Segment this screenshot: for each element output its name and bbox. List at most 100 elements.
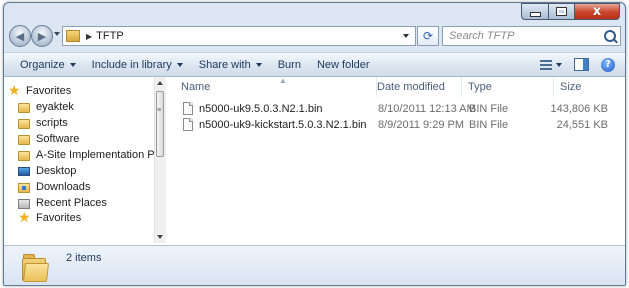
maximize-button[interactable] — [548, 3, 574, 20]
nav-item-label: scripts — [36, 117, 68, 129]
nav-item-label: Software — [36, 133, 80, 145]
file-row[interactable]: n5000-uk9-kickstart.5.0.3.N2.1.bin 8/9/2… — [167, 118, 625, 133]
recent-pages-dropdown[interactable] — [54, 32, 60, 36]
folder-icon — [18, 103, 30, 113]
address-bar[interactable]: ▶ TFTP — [62, 26, 416, 46]
burn-button[interactable]: Burn — [270, 53, 309, 76]
nav-item-scripts[interactable]: scripts — [18, 117, 68, 129]
forward-arrow-icon: ▶ — [37, 29, 47, 43]
organize-button[interactable]: Organize — [12, 53, 84, 76]
downloads-icon — [18, 183, 30, 193]
back-arrow-icon: ◀ — [15, 29, 25, 43]
include-in-library-button[interactable]: Include in library — [84, 53, 191, 76]
navigation-pane-scrollbar[interactable]: ≡ — [154, 77, 166, 243]
folder-icon — [18, 135, 30, 145]
nav-item-a-site-implementation-plan[interactable]: A-Site Implementation Plan — [18, 149, 154, 161]
toolbar-right: ? — [540, 53, 625, 76]
scrollbar-thumb[interactable] — [156, 91, 164, 157]
folder-icon — [18, 119, 30, 129]
chevron-down-icon — [69, 62, 76, 67]
sort-ascending-icon: ▲ — [279, 76, 287, 85]
folder-icon — [18, 151, 30, 161]
star-icon: ★ — [8, 83, 21, 99]
share-with-button[interactable]: Share with — [191, 53, 270, 76]
column-header-name[interactable]: ▲ Name — [175, 76, 377, 97]
details-pane: 2 items — [4, 245, 625, 285]
command-bar: Organize Include in library Share with B… — [4, 52, 625, 77]
navigation-pane: ★ Favorites eyaktek scripts Software A-Si… — [4, 77, 154, 245]
column-label: Date modified — [377, 81, 445, 93]
folder-icon — [66, 30, 80, 42]
column-header-size[interactable]: Size — [554, 77, 625, 97]
nav-item-favorites[interactable]: ★ Favorites — [8, 83, 72, 99]
large-folder-icon — [22, 252, 49, 282]
nav-item-eyaktek[interactable]: eyaktek — [18, 101, 74, 113]
nav-item-favorites-2[interactable]: ★ Favorites — [18, 210, 82, 226]
nav-item-label: Downloads — [36, 181, 91, 193]
file-size: 24,551 KB — [556, 119, 608, 131]
file-name: n5000-uk9-kickstart.5.0.3.N2.1.bin — [199, 119, 367, 131]
file-type: BIN File — [469, 119, 509, 131]
main-area: ★ Favorites eyaktek scripts Software A-Si… — [4, 76, 625, 245]
file-date-modified: 8/10/2011 12:13 AM — [378, 103, 476, 115]
change-view-icon[interactable] — [540, 59, 552, 70]
item-count: 2 items — [66, 252, 102, 264]
recent-places-icon — [18, 199, 30, 209]
search-input[interactable] — [447, 29, 601, 43]
column-label: Size — [560, 81, 582, 93]
forward-button[interactable]: ▶ — [31, 25, 53, 47]
share-with-label: Share with — [198, 58, 251, 71]
refresh-icon: ⟳ — [422, 29, 434, 43]
minimize-icon — [529, 12, 541, 17]
organize-label: Organize — [20, 58, 65, 71]
include-in-library-label: Include in library — [91, 58, 172, 71]
nav-item-software[interactable]: Software — [18, 133, 79, 145]
search-box[interactable] — [442, 26, 621, 46]
breadcrumb-tftp[interactable]: TFTP — [96, 30, 124, 42]
nav-item-label: eyaktek — [36, 101, 74, 113]
minimize-button[interactable] — [521, 3, 548, 20]
star-icon: ★ — [18, 210, 31, 226]
explorer-window: x ◀ ▶ ▶ TFTP ⟳ Organize Include in libra… — [3, 2, 626, 286]
close-icon: x — [592, 4, 602, 19]
desktop-icon — [18, 167, 30, 176]
column-header-date-modified[interactable]: Date modified — [371, 77, 462, 97]
nav-item-label: Recent Places — [36, 197, 107, 209]
file-type: BIN File — [469, 103, 509, 115]
file-row[interactable]: n5000-uk9.5.0.3.N2.1.bin 8/10/2011 12:13… — [167, 102, 625, 117]
new-folder-button[interactable]: New folder — [309, 53, 378, 76]
burn-label: Burn — [277, 58, 301, 71]
file-size: 143,806 KB — [550, 103, 609, 115]
nav-item-label: A-Site Implementation Plan — [36, 149, 154, 161]
caption-buttons: x — [521, 3, 620, 20]
file-name: n5000-uk9.5.0.3.N2.1.bin — [199, 103, 323, 115]
chevron-down-icon — [176, 62, 183, 67]
new-folder-label: New folder — [316, 58, 370, 71]
nav-item-recent-places[interactable]: Recent Places — [18, 197, 107, 209]
maximize-icon — [556, 7, 567, 16]
file-icon — [183, 102, 193, 115]
breadcrumb-separator-icon[interactable]: ▶ — [86, 32, 92, 41]
scrollbar-grip-icon: ≡ — [157, 107, 162, 114]
file-icon — [183, 118, 193, 131]
view-options-dropdown[interactable] — [556, 62, 562, 67]
close-button[interactable]: x — [574, 3, 620, 20]
search-icon[interactable] — [604, 30, 616, 42]
nav-item-downloads[interactable]: Downloads — [18, 181, 90, 193]
chevron-down-icon — [255, 62, 262, 67]
file-list: ▲ Name Date modified Type Size n5000-uk9… — [167, 76, 625, 245]
nav-item-label: Favorites — [26, 85, 72, 97]
nav-item-label: Favorites — [36, 212, 82, 224]
scroll-up-icon[interactable] — [157, 81, 163, 85]
column-header-type[interactable]: Type — [462, 77, 554, 97]
help-icon[interactable]: ? — [601, 57, 615, 72]
file-date-modified: 8/9/2011 9:29 PM — [378, 119, 465, 131]
column-label: Name — [181, 81, 211, 93]
nav-item-desktop[interactable]: Desktop — [18, 165, 76, 177]
scroll-down-icon[interactable] — [157, 235, 163, 239]
preview-pane-icon[interactable] — [574, 58, 589, 71]
column-label: Type — [468, 81, 492, 93]
address-history-dropdown[interactable] — [403, 34, 409, 38]
refresh-button[interactable]: ⟳ — [417, 26, 439, 46]
back-button[interactable]: ◀ — [9, 25, 31, 47]
